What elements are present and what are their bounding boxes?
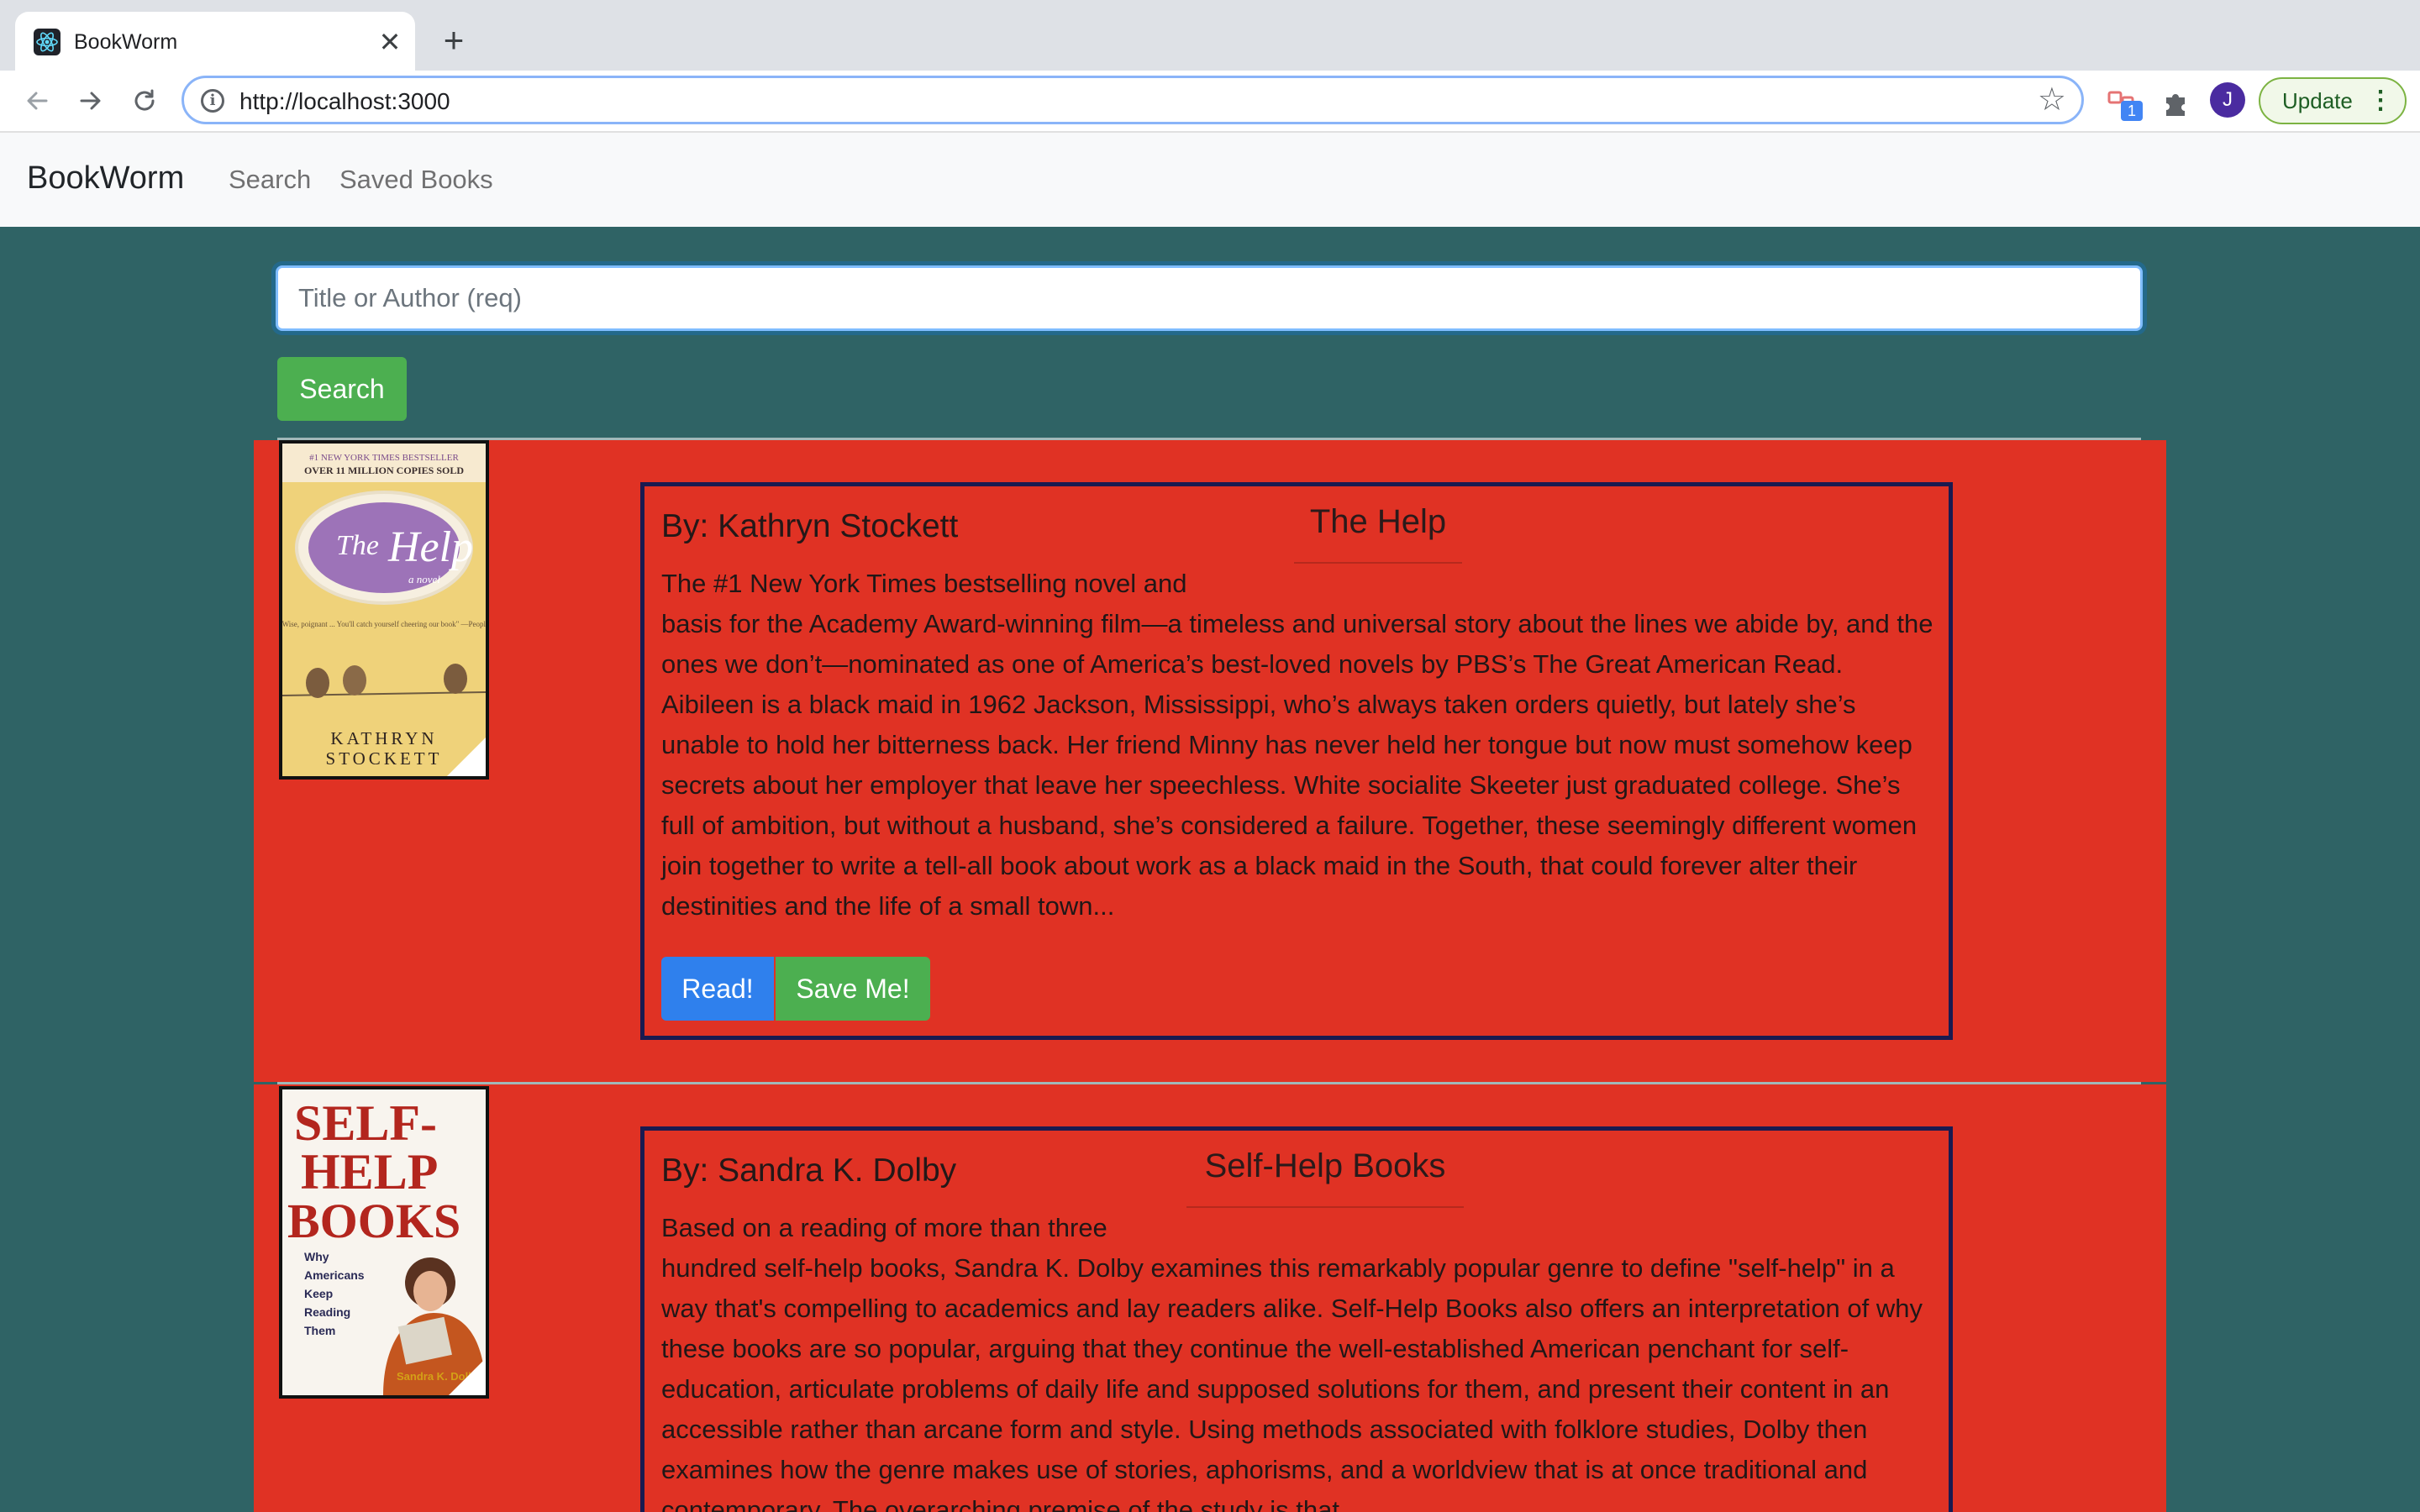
cover-banner-line-2: OVER 11 MILLION COPIES SOLD: [304, 465, 464, 476]
back-arrow-icon[interactable]: [17, 81, 57, 121]
cover-title-line-1: SELF-: [294, 1095, 437, 1151]
self-help-books-cover-art: SELF- HELP BOOKS Why Americans Keep Read…: [282, 1089, 486, 1395]
book-author: By: Kathryn Stockett: [661, 508, 959, 544]
book-description: The #1 New York Times bestselling novel …: [661, 564, 1939, 927]
cover-title-help: Help: [387, 523, 473, 571]
nav-link-search[interactable]: Search: [229, 163, 311, 197]
cover-subtitle-5: Them: [304, 1324, 335, 1337]
book-card: #1 NEW YORK TIMES BESTSELLER OVER 11 MIL…: [254, 440, 2166, 1082]
puzzle-extensions-icon[interactable]: [2160, 86, 2193, 119]
site-info-icon[interactable]: i: [201, 89, 224, 113]
book-info-box: Self-Help Books By: Sandra K. Dolby Base…: [640, 1126, 1953, 1512]
browser-tab[interactable]: BookWorm ✕: [15, 12, 415, 71]
book-title: The Help: [1294, 496, 1462, 564]
search-button[interactable]: Search: [277, 357, 407, 421]
brand-logo[interactable]: BookWorm: [27, 158, 184, 198]
address-bar[interactable]: i http://localhost:3000 ☆: [182, 76, 2084, 124]
tab-close-icon[interactable]: ✕: [375, 27, 405, 57]
read-button[interactable]: Read!: [661, 957, 774, 1021]
book-description: Based on a reading of more than three hu…: [661, 1208, 1939, 1512]
the-help-cover-art: #1 NEW YORK TIMES BESTSELLER OVER 11 MIL…: [282, 444, 486, 776]
cover-title-line-2: HELP: [301, 1144, 438, 1200]
book-info-box: The Help By: Kathryn Stockett The #1 New…: [640, 482, 1953, 1040]
update-label: Update: [2282, 88, 2353, 113]
forward-arrow-icon[interactable]: [71, 81, 111, 121]
url-text[interactable]: http://localhost:3000: [239, 88, 450, 115]
browser-tab-strip: BookWorm ✕ +: [0, 0, 2420, 71]
cover-blurb: "Wise, poignant ... You'll catch yoursel…: [282, 620, 486, 628]
bookmark-star-icon[interactable]: ☆: [2038, 83, 2066, 117]
book-card: SELF- HELP BOOKS Why Americans Keep Read…: [254, 1084, 2166, 1512]
book-cover-image[interactable]: SELF- HELP BOOKS Why Americans Keep Read…: [279, 1086, 489, 1399]
cover-subtitle-2: Americans: [304, 1268, 365, 1282]
description-first-line: The #1 New York Times bestselling novel …: [661, 569, 1187, 598]
cover-subtitle-3: Keep: [304, 1287, 333, 1300]
tab-title: BookWorm: [74, 30, 178, 54]
cover-subtitle-1: Why: [304, 1250, 329, 1263]
browser-toolbar: i http://localhost:3000 ☆: [0, 71, 2420, 133]
profile-avatar[interactable]: J: [2210, 82, 2245, 118]
description-body: hundred self-help books, Sandra K. Dolby…: [661, 1253, 1923, 1512]
cover-subtitle: a novel: [408, 573, 440, 585]
extension-badge: 1: [2121, 101, 2143, 121]
react-favicon-icon: [34, 29, 60, 55]
cover-author-line-1: KATHRYN: [330, 728, 437, 748]
description-first-line: Based on a reading of more than three: [661, 1213, 1107, 1242]
cover-subtitle-4: Reading: [304, 1305, 350, 1319]
update-button[interactable]: Update ⋮: [2259, 77, 2407, 124]
save-button[interactable]: Save Me!: [776, 957, 930, 1021]
nav-link-saved-books[interactable]: Saved Books: [339, 163, 493, 197]
cover-banner-line-1: #1 NEW YORK TIMES BESTSELLER: [309, 453, 459, 463]
book-author: By: Sandra K. Dolby: [661, 1152, 957, 1189]
new-tab-icon[interactable]: +: [435, 22, 472, 59]
book-cover-image[interactable]: #1 NEW YORK TIMES BESTSELLER OVER 11 MIL…: [279, 440, 489, 780]
menu-dots-icon[interactable]: ⋮: [2368, 79, 2393, 123]
cover-author-line-2: STOCKETT: [326, 748, 443, 769]
reload-icon[interactable]: [124, 81, 165, 121]
search-input[interactable]: [276, 265, 2143, 331]
cover-title-the: The: [336, 530, 379, 561]
description-body: basis for the Academy Award-winning film…: [661, 609, 1933, 921]
book-title: Self-Help Books: [1186, 1141, 1464, 1208]
cover-title-line-3: BOOKS: [287, 1194, 460, 1248]
app-navbar: BookWorm Search Saved Books: [0, 133, 2420, 227]
